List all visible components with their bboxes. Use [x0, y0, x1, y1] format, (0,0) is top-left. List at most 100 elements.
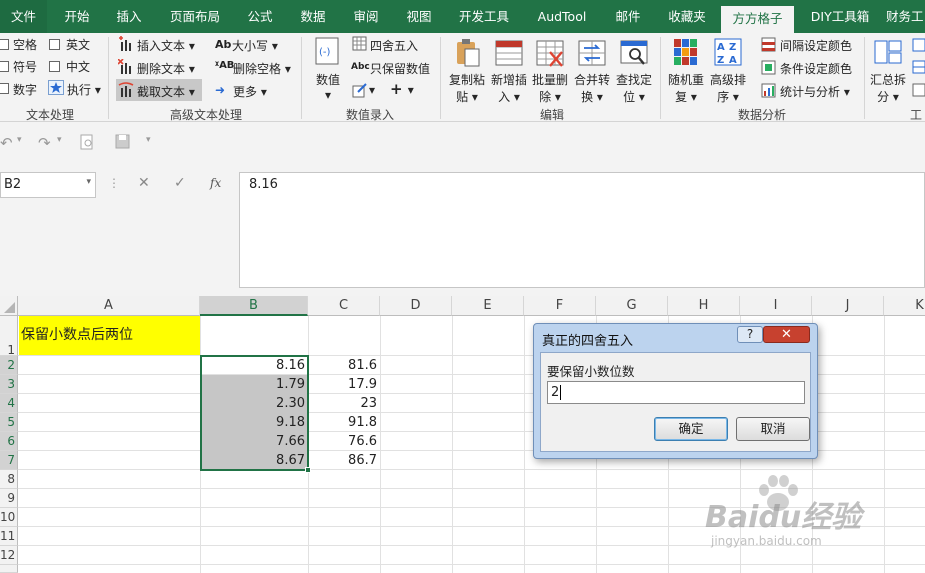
row-header-9[interactable]: 9 — [0, 489, 18, 508]
column-header-f[interactable]: F — [524, 296, 596, 316]
column-header-e[interactable]: E — [452, 296, 524, 316]
tab-favorites[interactable]: 收藏夹 — [660, 0, 714, 33]
interval-color-button[interactable]: 间隔设定颜色 — [780, 37, 852, 54]
tool-icon-1[interactable] — [912, 38, 925, 55]
extract-text-button[interactable]: 截取文本 ▾ — [137, 83, 195, 100]
row-header-7[interactable]: 7 — [0, 451, 18, 470]
add-button[interactable]: + ▾ — [390, 80, 414, 98]
help-button[interactable]: ? — [737, 326, 763, 343]
redo-icon[interactable]: ↷ — [38, 134, 51, 152]
column-header-a[interactable]: A — [18, 296, 200, 316]
cell-a1[interactable]: 保留小数点后两位 — [19, 316, 200, 355]
cell-b7[interactable]: 8.67 — [201, 451, 308, 470]
cell-c2[interactable]: 81.6 — [309, 356, 380, 375]
tab-audtool[interactable]: AudTool — [528, 0, 596, 33]
tab-data[interactable]: 数据 — [291, 0, 335, 33]
tab-diy[interactable]: DIY工具箱 — [803, 0, 877, 33]
cell-b5[interactable]: 9.18 — [201, 413, 308, 432]
print-preview-icon[interactable] — [80, 134, 95, 153]
column-header-b[interactable]: B — [200, 296, 308, 316]
symbol-checkbox[interactable] — [0, 61, 9, 72]
copy-paste-button[interactable]: 复制粘贴 ▾ — [447, 71, 487, 105]
undo-dropdown-icon[interactable]: ▾ — [17, 135, 22, 145]
decimal-places-input[interactable]: 2​ — [547, 381, 805, 404]
english-checkbox[interactable] — [49, 39, 60, 50]
tab-review[interactable]: 审阅 — [344, 0, 388, 33]
cell-b3[interactable]: 1.79 — [201, 375, 308, 394]
advanced-sort-button[interactable]: 高级排序 ▾ — [708, 71, 748, 105]
summary-split-button[interactable]: 汇总拆分 ▾ — [868, 71, 908, 105]
row-header-2[interactable]: 2 — [0, 356, 18, 375]
row-header-3[interactable]: 3 — [0, 375, 18, 394]
cell-c5[interactable]: 91.8 — [309, 413, 380, 432]
add-insert-button[interactable]: 新增插入 ▾ — [489, 71, 529, 105]
case-button[interactable]: 大小写 ▾ — [232, 37, 278, 54]
tab-fangfang[interactable]: 方方格子 — [721, 6, 794, 33]
conditional-color-button[interactable]: 条件设定颜色 — [780, 60, 852, 77]
name-box-dropdown-icon[interactable]: ▾ — [86, 177, 91, 187]
tab-file[interactable]: 文件 — [0, 0, 47, 33]
delete-space-button[interactable]: 删除空格 ▾ — [233, 60, 291, 77]
save-icon[interactable] — [115, 134, 130, 153]
tab-view[interactable]: 视图 — [397, 0, 441, 33]
cell-c3[interactable]: 17.9 — [309, 375, 380, 394]
tool-icon-2[interactable] — [912, 60, 925, 77]
select-all-corner[interactable] — [0, 296, 18, 316]
enter-formula-icon[interactable]: ✓ — [174, 175, 186, 191]
row-header-12[interactable]: 12 — [0, 546, 18, 565]
value-button[interactable]: 数值 ▾ — [314, 71, 342, 102]
undo-icon[interactable]: ↶ — [0, 134, 13, 152]
column-header-h[interactable]: H — [668, 296, 740, 316]
ok-button[interactable]: 确定 — [654, 417, 728, 441]
column-header-i[interactable]: I — [740, 296, 812, 316]
merge-convert-button[interactable]: 合并转换 ▾ — [572, 71, 612, 105]
cell-c7[interactable]: 86.7 — [309, 451, 380, 470]
insert-text-button[interactable]: 插入文本 ▾ — [137, 37, 195, 54]
more-button[interactable]: 更多 ▾ — [233, 83, 267, 100]
row-header-11[interactable]: 11 — [0, 527, 18, 546]
digit-checkbox[interactable] — [0, 83, 9, 94]
column-header-k[interactable]: K — [884, 296, 925, 316]
row-header-5[interactable]: 5 — [0, 413, 18, 432]
column-header-g[interactable]: G — [596, 296, 668, 316]
delete-text-button[interactable]: 删除文本 ▾ — [137, 60, 195, 77]
keep-value-button[interactable]: 只保留数值 — [370, 60, 430, 77]
row-header-4[interactable]: 4 — [0, 394, 18, 413]
formula-input[interactable]: 8.16 — [239, 172, 925, 288]
row-header-13[interactable] — [0, 565, 18, 573]
round-button[interactable]: 四舍五入 — [370, 37, 418, 54]
column-header-d[interactable]: D — [380, 296, 452, 316]
row-header-10[interactable]: 10 — [0, 508, 18, 527]
tab-formulas[interactable]: 公式 — [238, 0, 282, 33]
stats-button[interactable]: 统计与分析 ▾ — [780, 83, 850, 100]
row-header-6[interactable]: 6 — [0, 432, 18, 451]
chinese-checkbox[interactable] — [49, 61, 60, 72]
tab-insert[interactable]: 插入 — [106, 0, 152, 33]
row-header-1[interactable]: 1 — [0, 316, 18, 357]
random-repeat-button[interactable]: 随机重复 ▾ — [666, 71, 706, 105]
cell-c6[interactable]: 76.6 — [309, 432, 380, 451]
row-header-8[interactable]: 8 — [0, 470, 18, 489]
edit-dropdown[interactable]: ▾ — [369, 83, 375, 97]
tool-icon-3[interactable] — [912, 83, 925, 100]
space-checkbox[interactable] — [0, 39, 9, 50]
cell-b6[interactable]: 7.66 — [201, 432, 308, 451]
cell-b2[interactable]: 8.16 — [201, 356, 308, 375]
cell-b4[interactable]: 2.30 — [201, 394, 308, 413]
tab-page-layout[interactable]: 页面布局 — [162, 0, 228, 33]
tab-mail[interactable]: 邮件 — [606, 0, 650, 33]
cancel-button[interactable]: 取消 — [736, 417, 810, 441]
customize-qat-icon[interactable]: ▾ — [146, 135, 151, 145]
tab-home[interactable]: 开始 — [54, 0, 100, 33]
cancel-formula-icon[interactable]: ✕ — [138, 175, 150, 191]
find-locate-button[interactable]: 查找定位 ▾ — [614, 71, 654, 105]
close-button[interactable]: ✕ — [763, 326, 810, 343]
redo-dropdown-icon[interactable]: ▾ — [57, 135, 62, 145]
cell-c4[interactable]: 23 — [309, 394, 380, 413]
insert-function-icon[interactable]: fx — [210, 176, 221, 190]
name-box[interactable]: B2 ▾ — [0, 172, 96, 198]
tab-developer[interactable]: 开发工具 — [450, 0, 518, 33]
batch-delete-button[interactable]: 批量删除 ▾ — [530, 71, 570, 105]
execute-button[interactable]: 执行 ▾ — [67, 81, 101, 98]
column-header-j[interactable]: J — [812, 296, 884, 316]
